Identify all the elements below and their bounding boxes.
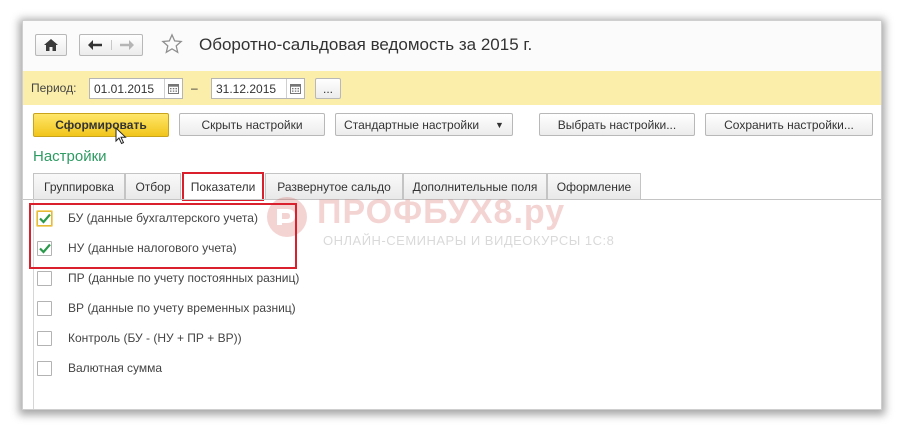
period-to-field[interactable]: 31.12.2015 [211,78,305,99]
indicator-label-pr: ПР (данные по учету постоянных разниц) [68,271,300,285]
indicator-row-currency[interactable]: Валютная сумма [37,357,162,379]
arrow-left-icon [88,40,103,50]
indicator-checkbox-pr[interactable] [37,270,52,286]
tab-grouping[interactable]: Группировка [33,173,125,199]
generate-button[interactable]: Сформировать [33,113,169,137]
period-to-value[interactable]: 31.12.2015 [212,82,286,96]
calendar-icon [290,83,301,94]
period-select-button[interactable]: ... [315,78,341,99]
report-window: Оборотно-сальдовая ведомость за 2015 г. … [22,20,882,410]
highlight-annotation [29,203,297,269]
watermark: ПРОФБУХ8.ру ОНЛАЙН-СЕМИНАРЫ И ВИДЕОКУРСЫ… [265,193,645,251]
tab-filter[interactable]: Отбор [125,173,181,199]
watermark-tagline: ОНЛАЙН-СЕМИНАРЫ И ВИДЕОКУРСЫ 1С:8 [323,233,615,248]
calendar-icon [168,83,179,94]
window-title: Оборотно-сальдовая ведомость за 2015 г. [199,35,533,54]
mouse-cursor-icon [115,127,127,145]
title-bar: Оборотно-сальдовая ведомость за 2015 г. [23,21,881,71]
arrow-right-icon [119,40,134,50]
indicator-label-control: Контроль (БУ - (НУ + ПР + ВР)) [68,331,242,345]
hide-settings-button[interactable]: Скрыть настройки [179,113,325,136]
period-to-calendar-button[interactable] [286,79,304,98]
standard-settings-label: Стандартные настройки [344,117,480,132]
home-icon [44,39,58,51]
indicator-row-vr[interactable]: ВР (данные по учету временных разниц) [37,297,296,319]
indicator-label-vr: ВР (данные по учету временных разниц) [68,301,296,315]
indicator-checkbox-currency[interactable] [37,360,52,376]
period-bar: Период: 01.01.2015 – 31.12.2015 ... [23,71,881,105]
standard-settings-button[interactable]: Стандартные настройки ▼ [335,113,513,136]
period-from-field[interactable]: 01.01.2015 [89,78,183,99]
back-button[interactable] [80,40,111,50]
save-settings-button[interactable]: Сохранить настройки... [705,113,873,136]
chevron-down-icon: ▼ [495,119,504,130]
period-label: Период: [31,81,77,95]
period-from-value[interactable]: 01.01.2015 [90,82,164,96]
watermark-brand: ПРОФБУХ8.ру [317,193,566,231]
home-button[interactable] [35,34,67,56]
choose-settings-button[interactable]: Выбрать настройки... [539,113,695,136]
star-icon [161,33,183,54]
indicator-checkbox-vr[interactable] [37,300,52,316]
indicator-label-currency: Валютная сумма [68,361,163,375]
indicator-checkbox-control[interactable] [37,330,52,346]
period-separator: – [191,81,198,95]
tab-indicators[interactable]: Показатели [182,172,264,201]
settings-title: Настройки [33,148,107,165]
indicator-row-pr[interactable]: ПР (данные по учету постоянных разниц) [37,267,299,289]
favorite-button[interactable] [159,31,185,57]
navigation-buttons [79,34,143,56]
period-from-calendar-button[interactable] [164,79,182,98]
forward-button[interactable] [110,40,143,50]
indicator-row-control[interactable]: Контроль (БУ - (НУ + ПР + ВР)) [37,327,242,349]
